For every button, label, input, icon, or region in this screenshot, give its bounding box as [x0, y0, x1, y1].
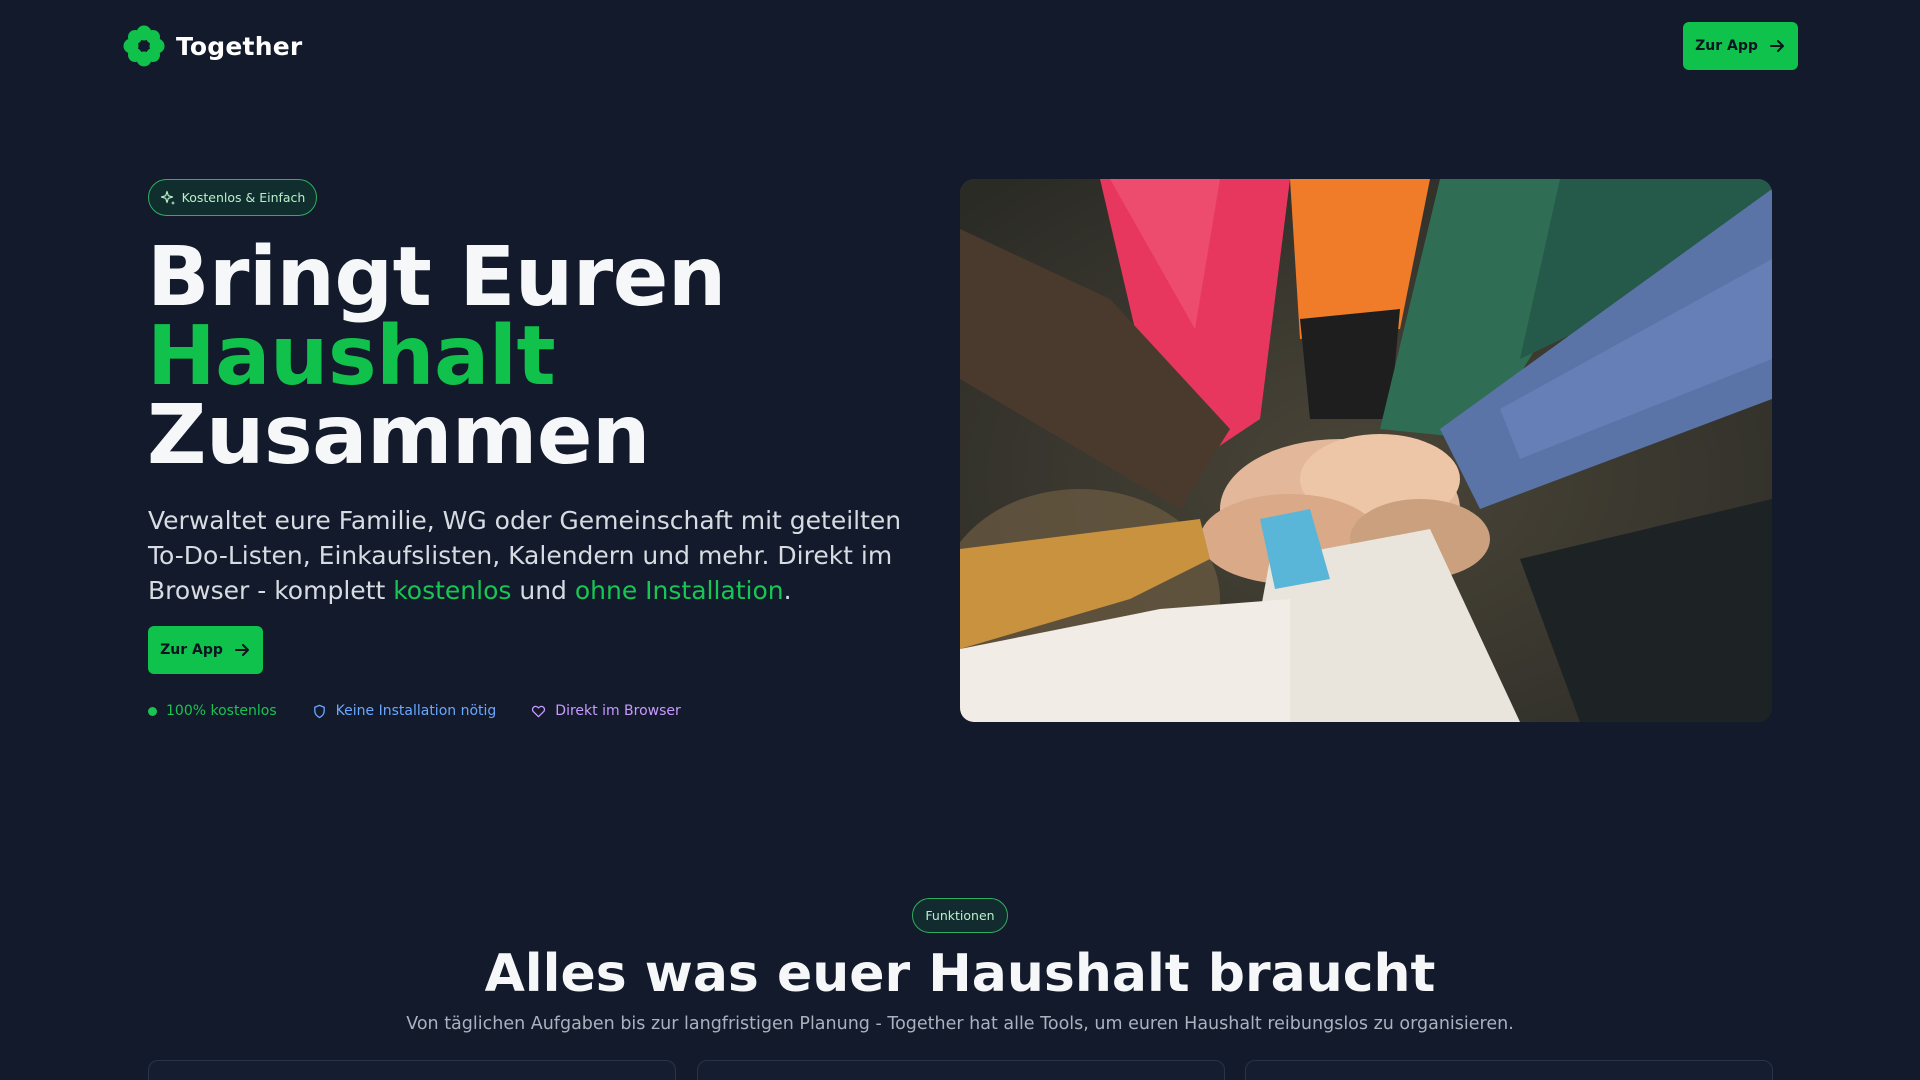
hands-photo: [960, 179, 1772, 722]
hero-open-app-button[interactable]: Zur App: [148, 626, 263, 674]
feature-browser: Direkt im Browser: [531, 703, 681, 719]
hero-badge-label: Kostenlos & Einfach: [181, 190, 306, 205]
feature-no-install-label: Keine Installation nötig: [335, 703, 497, 719]
features-title: Alles was euer Haushalt braucht: [484, 944, 1436, 1004]
header-open-app-button[interactable]: Zur App: [1683, 22, 1798, 70]
hero-desc-highlight-no-install: ohne Installation: [574, 576, 784, 605]
heart-icon: [532, 705, 546, 717]
dot-icon: [148, 706, 157, 716]
brand-name: Together: [176, 31, 303, 61]
features-badge-label: Funktionen: [925, 908, 995, 923]
clover-logo-icon: [123, 25, 165, 67]
feature-browser-label: Direkt im Browser: [555, 703, 681, 719]
feature-free-label: 100% kostenlos: [166, 703, 277, 719]
hero-desc-text-2: und: [511, 576, 575, 605]
shield-icon: [313, 704, 325, 718]
hero-title-line-1: Bringt Euren: [147, 230, 726, 325]
hero-feature-list: 100% kostenlos Keine Installation nötig …: [148, 701, 681, 721]
feature-card: [1245, 1060, 1773, 1080]
hero-title-line-2: Haushalt: [147, 309, 556, 404]
features-subtitle: Von täglichen Aufgaben bis zur langfrist…: [406, 1014, 1514, 1034]
feature-card: [697, 1060, 1225, 1080]
sparkle-icon: [160, 190, 175, 205]
arrow-right-icon: [234, 644, 249, 656]
feature-no-install: Keine Installation nötig: [312, 703, 497, 719]
hero-desc-text-3: .: [783, 576, 792, 605]
hero-title-line-3: Zusammen: [147, 388, 650, 483]
hero-description: Verwaltet eure Familie, WG oder Gemeinsc…: [148, 503, 916, 608]
features-badge: Funktionen: [912, 898, 1008, 933]
hero-badge: Kostenlos & Einfach: [148, 179, 317, 216]
header-open-app-label: Zur App: [1695, 38, 1758, 54]
hero-image-hands-together: [960, 179, 1772, 722]
feature-card: [148, 1060, 676, 1080]
logo[interactable]: Together: [122, 22, 302, 70]
hero-open-app-label: Zur App: [160, 642, 223, 658]
arrow-right-icon: [1769, 40, 1784, 52]
hero-desc-highlight-free: kostenlos: [393, 576, 512, 605]
feature-free: 100% kostenlos: [148, 703, 277, 719]
site-header: Together Zur App: [0, 0, 1920, 92]
hero-title: Bringt Euren Haushalt Zusammen: [147, 230, 907, 483]
